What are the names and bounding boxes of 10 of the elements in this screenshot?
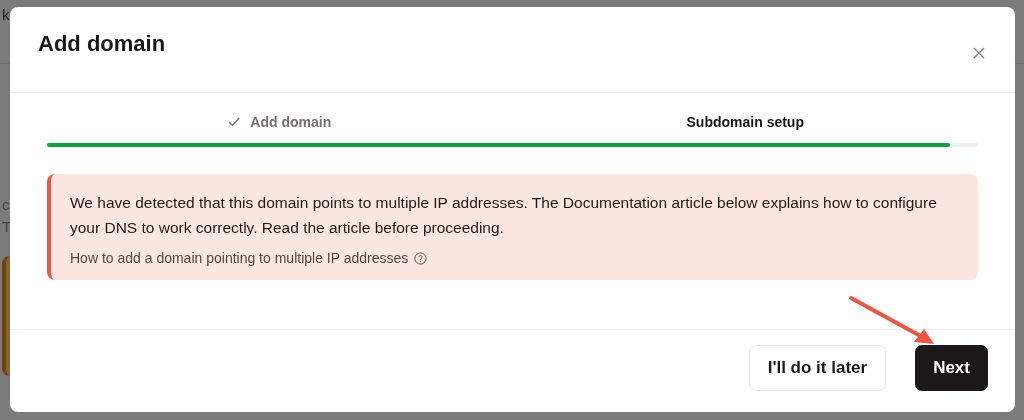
next-button[interactable]: Next: [915, 345, 988, 391]
dialog-title: Add domain: [38, 30, 166, 57]
documentation-link[interactable]: How to add a domain pointing to multiple IP addresses: [70, 250, 409, 266]
step-label: Subdomain setup: [686, 114, 804, 130]
page-header-text: k: [2, 6, 10, 23]
alert-message: We have detected that this domain points to multiple IP addresses. The Documentation article below explains how to configure your DNS to work correctly. Read the article before proceeding.: [70, 193, 938, 238]
help-icon: [414, 251, 428, 265]
close-icon[interactable]: [973, 46, 985, 59]
later-button[interactable]: I'll do it later: [748, 345, 887, 391]
step-label: Add domain: [250, 114, 332, 130]
